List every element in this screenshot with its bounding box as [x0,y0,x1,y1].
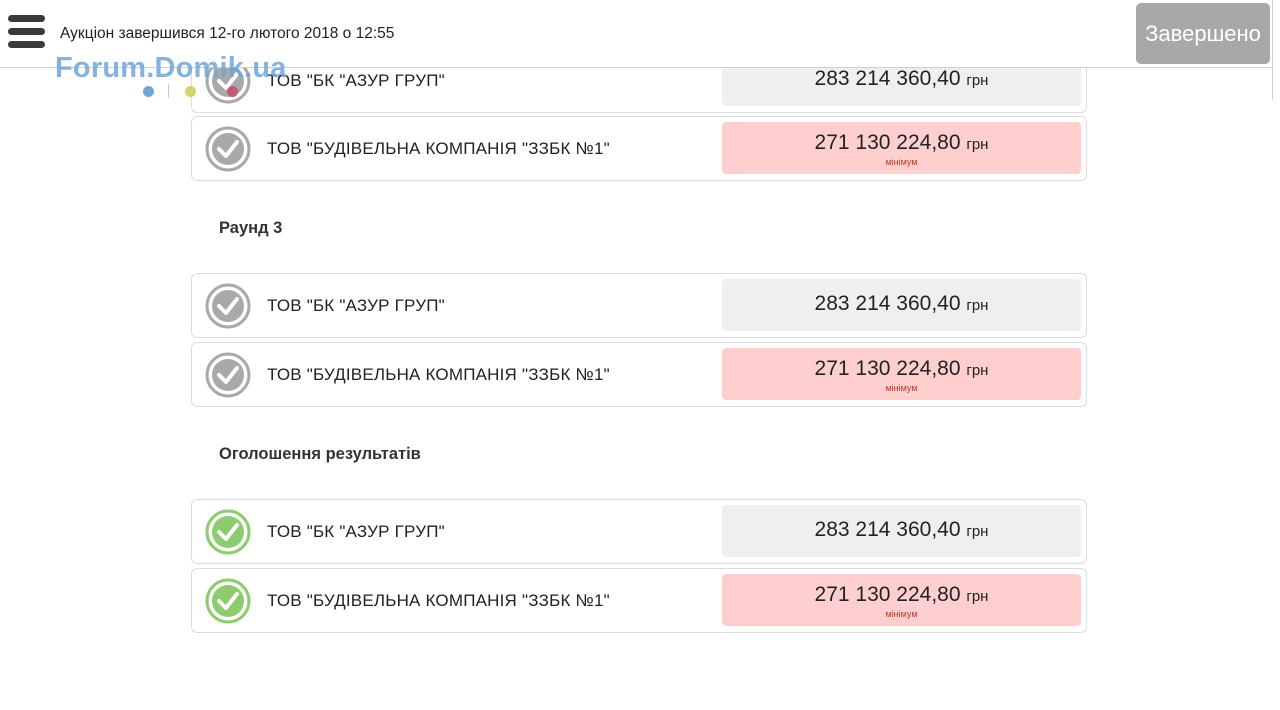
auction-status-text: Аукціон завершився 12-го лютого 2018 о 1… [60,25,395,42]
amount-value: 283 214 360,40 [814,518,961,541]
watermark-logo: Forum.Domik.ua [55,52,287,98]
minimum-label: мінімум [885,383,918,393]
check-circle-icon [205,283,251,329]
bid-amount-minimum: 271 130 224,80 грн мінімум [722,122,1081,174]
bid-row: ТОВ "БУДІВЕЛЬНА КОМПАНІЯ "ЗЗБК №1" 271 1… [191,568,1087,633]
bid-amount-minimum: 271 130 224,80 грн мінімум [722,574,1081,626]
amount-value: 283 214 360,40 [814,67,961,90]
currency-label: грн [966,362,989,379]
watermark-dots [143,84,243,100]
bid-row: ТОВ "БУДІВЕЛЬНА КОМПАНІЯ "ЗЗБК №1" 271 1… [191,342,1087,407]
bid-amount: 283 214 360,40 грн [722,279,1081,331]
bidder-name: ТОВ "БУДІВЕЛЬНА КОМПАНІЯ "ЗЗБК №1" [267,365,610,384]
currency-label: грн [966,523,989,540]
check-circle-icon [205,509,251,555]
window-edge [1272,0,1273,100]
currency-label: грн [966,588,989,605]
bidder-name: ТОВ "БК "АЗУР ГРУП" [267,522,445,541]
check-circle-icon [205,578,251,624]
bidder-name: ТОВ "БУДІВЕЛЬНА КОМПАНІЯ "ЗЗБК №1" [267,139,610,158]
bid-row: ТОВ "БК "АЗУР ГРУП" 283 214 360,40 грн [191,499,1087,564]
bid-row: ТОВ "БК "АЗУР ГРУП" 283 214 360,40 грн [191,273,1087,338]
bid-amount: 283 214 360,40 грн [722,505,1081,557]
watermark-text: Forum.Domik.ua [55,52,287,84]
amount-value: 283 214 360,40 [814,292,961,315]
minimum-label: мінімум [885,157,918,167]
check-circle-icon [205,126,251,172]
round-3-title: Раунд 3 [219,219,283,237]
currency-label: грн [966,297,989,314]
bidder-name: ТОВ "БК "АЗУР ГРУП" [267,71,445,90]
currency-label: грн [966,136,989,153]
amount-value: 271 130 224,80 [814,583,961,606]
amount-value: 271 130 224,80 [814,131,961,154]
currency-label: грн [966,72,989,89]
bidder-name: ТОВ "БК "АЗУР ГРУП" [267,296,445,315]
hamburger-menu-icon[interactable] [8,15,45,49]
bidder-name: ТОВ "БУДІВЕЛЬНА КОМПАНІЯ "ЗЗБК №1" [267,591,610,610]
amount-value: 271 130 224,80 [814,357,961,380]
bid-row: ТОВ "БУДІВЕЛЬНА КОМПАНІЯ "ЗЗБК №1" 271 1… [191,116,1087,181]
check-circle-icon [205,352,251,398]
minimum-label: мінімум [885,609,918,619]
bid-amount-minimum: 271 130 224,80 грн мінімум [722,348,1081,400]
auction-finished-button[interactable]: Завершено [1136,3,1270,64]
results-title: Оголошення результатів [219,445,421,463]
